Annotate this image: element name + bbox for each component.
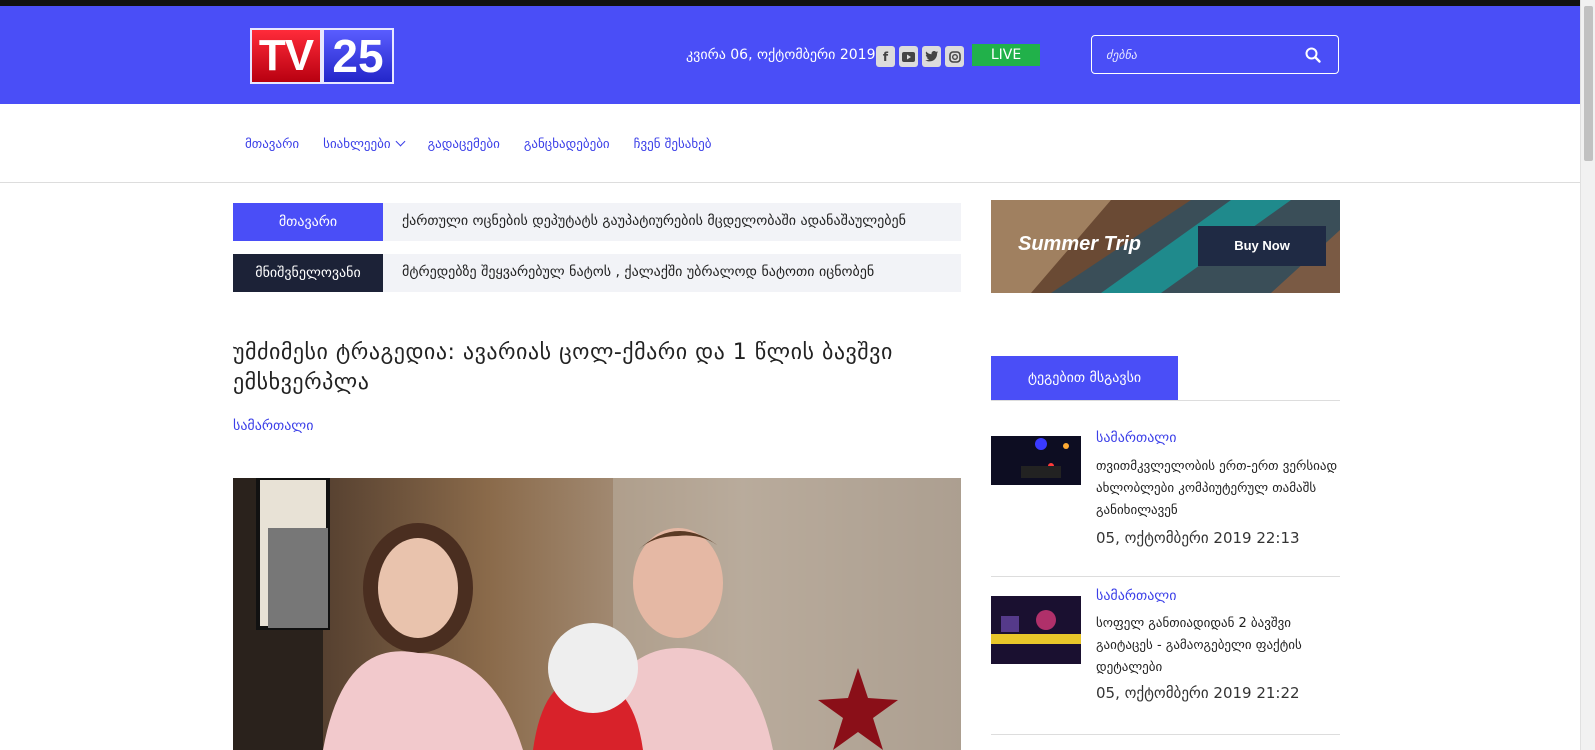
- news-category[interactable]: სამართალი: [1096, 588, 1176, 604]
- news-date: 05, ოქტომბერი 2019 21:22: [1096, 684, 1300, 702]
- nav-item-about[interactable]: ჩვენ შესახებ: [634, 137, 712, 152]
- ad-banner[interactable]: Summer Trip Buy Now: [991, 200, 1340, 293]
- twitter-icon[interactable]: [922, 46, 941, 67]
- chevron-down-icon: [395, 136, 406, 147]
- social-links: f: [876, 46, 964, 67]
- current-date: კვირა 06, ოქტომბერი 2019: [686, 47, 876, 63]
- divider: [991, 400, 1340, 401]
- news-date: 05, ოქტომბერი 2019 22:13: [1096, 529, 1300, 547]
- ad-title: Summer Trip: [1018, 233, 1141, 255]
- ticker-main: მთავარი ქართული ოცნების დეპუტატს გაუპატი…: [233, 203, 961, 241]
- divider: [991, 576, 1340, 577]
- ticker-headline[interactable]: ქართული ოცნების დეპუტატს გაუპატიურების მ…: [402, 213, 906, 229]
- news-title[interactable]: თვითმკვლელობის ერთ-ერთ ვერსიად ახლობლები…: [1096, 456, 1341, 522]
- ticker-headline[interactable]: მტრედებზე შეყვარებულ ნატოს , ქალაქში უბრ…: [402, 264, 874, 280]
- nav-item-news: სიახლეები: [323, 137, 391, 152]
- news-title[interactable]: სოფელ განთიადიდან 2 ბავშვი გაიტაცეს - გა…: [1096, 613, 1341, 679]
- site-header: TV 25 კვირა 06, ოქტომბერი 2019 f LIVE: [0, 6, 1580, 107]
- nav-item-announcements[interactable]: განცხადებები: [524, 137, 610, 152]
- ticker-label: მნიშვნელოვანი: [233, 254, 383, 292]
- main-navigation: მთავარი სიახლეები გადაცემები განცხადებებ…: [0, 104, 1580, 183]
- live-button[interactable]: LIVE: [972, 44, 1040, 66]
- nav-item-home[interactable]: მთავარი: [245, 137, 299, 152]
- scrollbar-thumb[interactable]: [1584, 6, 1593, 161]
- youtube-icon[interactable]: [899, 46, 918, 67]
- nav-item-news-wrap[interactable]: სიახლეები: [323, 136, 406, 152]
- site-logo[interactable]: TV 25: [250, 28, 394, 84]
- similar-by-tags-heading: ტეგებით მსგავსი: [991, 356, 1178, 401]
- ticker-label: მთავარი: [233, 203, 383, 241]
- article-title: უმძიმესი ტრაგედია: ავარიას ცოლ-ქმარი და …: [233, 340, 893, 395]
- logo-tv: TV: [250, 28, 322, 84]
- news-thumbnail: [991, 596, 1081, 664]
- logo-25: 25: [322, 28, 394, 84]
- ticker-important: მნიშვნელოვანი მტრედებზე შეყვარებულ ნატოს…: [233, 254, 961, 292]
- instagram-icon[interactable]: [945, 46, 964, 67]
- nav-item-shows[interactable]: გადაცემები: [428, 137, 500, 152]
- news-category[interactable]: სამართალი: [1096, 430, 1176, 446]
- page-scrollbar[interactable]: [1580, 0, 1595, 750]
- search-box: [1091, 35, 1339, 74]
- search-icon[interactable]: [1304, 46, 1322, 64]
- news-thumbnail: [991, 436, 1081, 485]
- divider: [991, 734, 1340, 735]
- facebook-icon[interactable]: f: [876, 46, 895, 67]
- article-category[interactable]: სამართალი: [233, 418, 313, 434]
- ad-buy-button[interactable]: Buy Now: [1198, 226, 1326, 266]
- article-photo: [233, 478, 961, 750]
- search-input[interactable]: [1106, 45, 1296, 65]
